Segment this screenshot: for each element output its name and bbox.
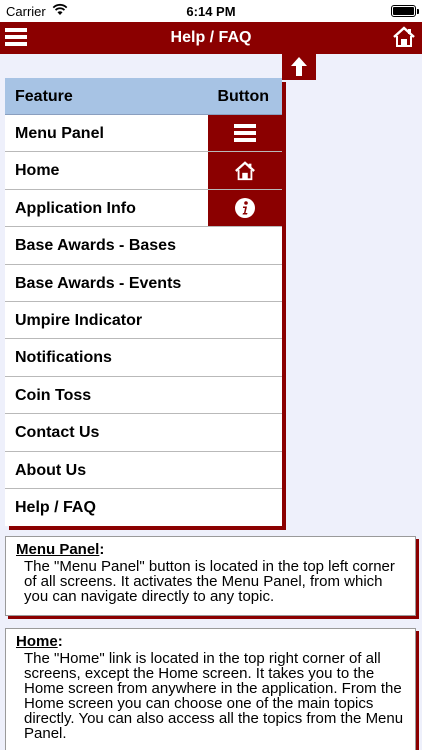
row-label: Application Info [15,199,136,217]
info-icon [235,197,255,218]
menu-panel-card: Menu Panel: The "Menu Panel" button is l… [5,536,416,616]
header-button: Button [217,88,269,105]
row-label: Notifications [15,349,112,367]
feature-table: Feature Button Menu Panel Home Applicati… [5,78,282,527]
home-icon [393,26,415,47]
header-feature: Feature [15,88,73,105]
row-base-awards-bases[interactable]: Base Awards - Bases [5,227,282,265]
row-base-awards-events[interactable]: Base Awards - Events [5,264,282,302]
row-label: Home [15,162,60,180]
row-coin-toss[interactable]: Coin Toss [5,376,282,415]
row-contact-us[interactable]: Contact Us [5,414,282,452]
row-label: About Us [15,461,87,479]
home-card: Home: The "Home" link is located in the … [5,628,416,750]
card-title: Menu Panel [16,541,100,558]
card-body: The "Menu Panel" button is located in th… [24,558,395,605]
row-label: Base Awards - Events [15,274,182,292]
scroll-top-button[interactable] [282,54,316,80]
row-label: Menu Panel [15,125,104,142]
clock: 6:14 PM [186,4,236,19]
status-bar: Carrier 6:14 PM [0,0,422,22]
card-title: Home [16,633,58,650]
menu-icon-cell [208,115,282,152]
nav-bar: Help / FAQ [0,22,422,54]
row-umpire-indicator[interactable]: Umpire Indicator [5,301,282,340]
row-label: Umpire Indicator [15,311,143,329]
row-label: Contact Us [15,424,100,442]
row-label: Base Awards - Bases [15,237,176,255]
card-body: The "Home" link is located in the top ri… [24,650,404,742]
home-button[interactable] [392,25,416,49]
row-label: Help / FAQ [15,498,96,516]
row-help-faq[interactable]: Help / FAQ [5,488,282,527]
row-menu-panel[interactable]: Menu Panel [5,115,282,153]
menu-icon [234,124,256,143]
page-title: Help / FAQ [170,29,252,46]
arrow-up-icon [291,57,307,76]
table-header: Feature Button [5,78,282,115]
row-about-us[interactable]: About Us [5,451,282,489]
info-icon-cell [208,189,282,227]
row-home[interactable]: Home [5,152,282,190]
home-icon [235,160,255,180]
row-label: Coin Toss [15,386,92,404]
home-icon-cell [208,152,282,189]
battery-icon [391,5,419,17]
card-colon: : [57,633,63,650]
row-application-info[interactable]: Application Info [5,189,282,228]
row-notifications[interactable]: Notifications [5,339,282,377]
card-colon: : [99,541,105,558]
